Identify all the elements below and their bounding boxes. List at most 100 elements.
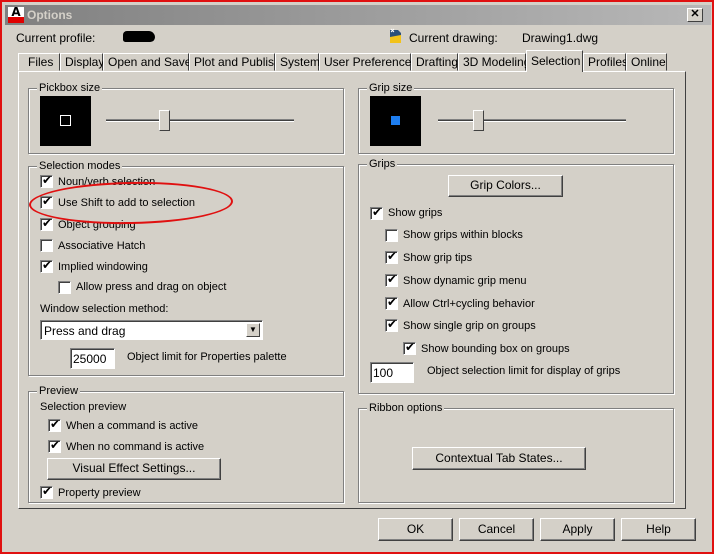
grip-colors-button[interactable]: Grip Colors... bbox=[448, 175, 563, 197]
preview-title: Preview bbox=[37, 385, 81, 397]
drawing-file-icon bbox=[390, 28, 401, 43]
checkmark-icon: ✔ bbox=[42, 484, 53, 498]
allow-press-drag-label: Allow press and drag on object bbox=[76, 281, 227, 293]
checkmark-icon: ✔ bbox=[50, 438, 61, 452]
checkmark-icon: ✔ bbox=[405, 340, 416, 354]
tab-open-and-save[interactable]: Open and Save bbox=[103, 53, 192, 71]
tab-label: Drafting bbox=[416, 55, 459, 69]
ribbon-options-title: Ribbon options bbox=[367, 402, 445, 414]
checkmark-icon: ✔ bbox=[387, 272, 398, 286]
grips-object-limit-input[interactable]: 100 bbox=[370, 362, 414, 383]
close-button[interactable]: ✕ bbox=[687, 8, 703, 22]
tab-plot-and-publish[interactable]: Plot and Publish bbox=[189, 53, 281, 71]
grip-square-icon bbox=[391, 116, 400, 125]
grip-size-title: Grip size bbox=[367, 82, 415, 94]
show-bounding-box-on-groups-label: Show bounding box on groups bbox=[421, 343, 570, 355]
tab-label: Open and Save bbox=[108, 55, 192, 69]
tab-user-preferences[interactable]: User Preferences bbox=[319, 53, 417, 71]
tab-selection[interactable]: Selection bbox=[526, 50, 583, 72]
checkmark-icon: ✔ bbox=[42, 216, 53, 230]
tab-label: Selection bbox=[531, 54, 581, 68]
tab-online[interactable]: Online bbox=[626, 53, 667, 71]
tab-label: Online bbox=[631, 55, 666, 69]
title-bar: A Options ✕ bbox=[5, 5, 711, 25]
redacted-profile-name bbox=[123, 31, 155, 42]
visual-effect-settings-button[interactable]: Visual Effect Settings... bbox=[47, 458, 221, 480]
when-command-active-checkbox[interactable]: ✔ bbox=[48, 417, 61, 432]
tab-label: Display bbox=[65, 55, 105, 69]
cancel-button[interactable]: Cancel bbox=[459, 518, 534, 541]
checkmark-icon: ✔ bbox=[50, 417, 61, 431]
associative-hatch-label: Associative Hatch bbox=[58, 240, 146, 252]
show-single-grip-on-groups-label: Show single grip on groups bbox=[403, 320, 536, 332]
window-title: Options bbox=[27, 8, 73, 22]
tab-label: 3D Modeling bbox=[463, 55, 531, 69]
current-drawing-value: Drawing1.dwg bbox=[522, 31, 599, 45]
checkmark-icon: ✔ bbox=[372, 205, 383, 219]
grips-title: Grips bbox=[367, 158, 398, 170]
allow-ctrl-cycling-checkbox[interactable]: ✔ bbox=[385, 295, 398, 310]
grip-size-slider-thumb[interactable] bbox=[473, 110, 485, 131]
show-single-grip-on-groups-checkbox[interactable]: ✔ bbox=[385, 317, 398, 332]
ok-button[interactable]: OK bbox=[378, 518, 453, 541]
property-preview-checkbox[interactable]: ✔ bbox=[40, 484, 53, 499]
autocad-app-icon: A bbox=[8, 5, 24, 23]
grip-size-slider-track[interactable] bbox=[438, 119, 626, 122]
tab-3d-modeling[interactable]: 3D Modeling bbox=[458, 53, 530, 71]
associative-hatch-checkbox[interactable] bbox=[40, 239, 53, 252]
current-drawing-label: Current drawing: bbox=[409, 31, 498, 45]
when-no-command-active-checkbox[interactable]: ✔ bbox=[48, 438, 61, 453]
current-profile-label: Current profile: bbox=[16, 31, 96, 45]
pickbox-preview bbox=[40, 96, 91, 146]
selection-modes-title: Selection modes bbox=[37, 160, 123, 172]
tab-label: System bbox=[280, 55, 321, 69]
show-grip-tips-label: Show grip tips bbox=[403, 252, 473, 264]
tab-label: User Preferences bbox=[324, 55, 418, 69]
tab-label: Files bbox=[28, 55, 54, 69]
checkmark-icon: ✔ bbox=[387, 317, 398, 331]
noun-verb-selection-checkbox[interactable]: ✔ bbox=[40, 173, 53, 188]
when-no-command-active-label: When no command is active bbox=[66, 441, 205, 453]
checkmark-icon: ✔ bbox=[387, 295, 398, 309]
show-grips-checkbox[interactable]: ✔ bbox=[370, 205, 383, 220]
tab-system[interactable]: System bbox=[275, 53, 321, 71]
tab-label: Plot and Publish bbox=[194, 55, 281, 69]
tab-display[interactable]: Display bbox=[60, 53, 105, 71]
show-grips-within-blocks-label: Show grips within blocks bbox=[403, 229, 523, 241]
pickbox-slider-track[interactable] bbox=[106, 119, 294, 122]
pickbox-slider-thumb[interactable] bbox=[159, 110, 171, 131]
allow-ctrl-cycling-label: Allow Ctrl+cycling behavior bbox=[403, 298, 535, 310]
when-command-active-label: When a command is active bbox=[66, 420, 199, 432]
show-grips-label: Show grips bbox=[388, 207, 443, 219]
grip-size-preview bbox=[370, 96, 421, 146]
tab-label: Profiles bbox=[588, 55, 629, 69]
checkmark-icon: ✔ bbox=[42, 258, 53, 272]
window-selection-method-label: Window selection method: bbox=[40, 303, 169, 315]
window-selection-method-value: Press and drag bbox=[44, 324, 126, 338]
property-preview-label: Property preview bbox=[58, 487, 141, 499]
contextual-tab-states-button[interactable]: Contextual Tab States... bbox=[412, 447, 586, 470]
show-dynamic-grip-menu-checkbox[interactable]: ✔ bbox=[385, 272, 398, 287]
object-grouping-checkbox[interactable]: ✔ bbox=[40, 216, 53, 231]
grips-object-limit-label: Object selection limit for display of gr… bbox=[427, 365, 621, 377]
tab-profiles[interactable]: Profiles bbox=[583, 53, 629, 71]
show-grips-within-blocks-checkbox[interactable] bbox=[385, 229, 398, 242]
tab-files[interactable]: Files bbox=[18, 53, 60, 71]
checkmark-icon: ✔ bbox=[387, 249, 398, 263]
pickbox-size-title: Pickbox size bbox=[37, 82, 103, 94]
properties-object-limit-label: Object limit for Properties palette bbox=[127, 351, 287, 363]
tab-drafting[interactable]: Drafting bbox=[411, 53, 458, 71]
dropdown-arrow-icon[interactable]: ▼ bbox=[246, 323, 260, 337]
show-bounding-box-on-groups-checkbox[interactable]: ✔ bbox=[403, 340, 416, 355]
show-dynamic-grip-menu-label: Show dynamic grip menu bbox=[403, 275, 527, 287]
selection-preview-label: Selection preview bbox=[40, 401, 127, 413]
allow-press-drag-checkbox[interactable] bbox=[58, 281, 71, 294]
implied-windowing-checkbox[interactable]: ✔ bbox=[40, 258, 53, 273]
checkmark-icon: ✔ bbox=[42, 173, 53, 187]
show-grip-tips-checkbox[interactable]: ✔ bbox=[385, 249, 398, 264]
implied-windowing-label: Implied windowing bbox=[58, 261, 148, 273]
properties-object-limit-input[interactable]: 25000 bbox=[70, 348, 115, 369]
window-selection-method-select[interactable]: Press and drag ▼ bbox=[40, 320, 263, 340]
help-button[interactable]: Help bbox=[621, 518, 696, 541]
apply-button[interactable]: Apply bbox=[540, 518, 615, 541]
